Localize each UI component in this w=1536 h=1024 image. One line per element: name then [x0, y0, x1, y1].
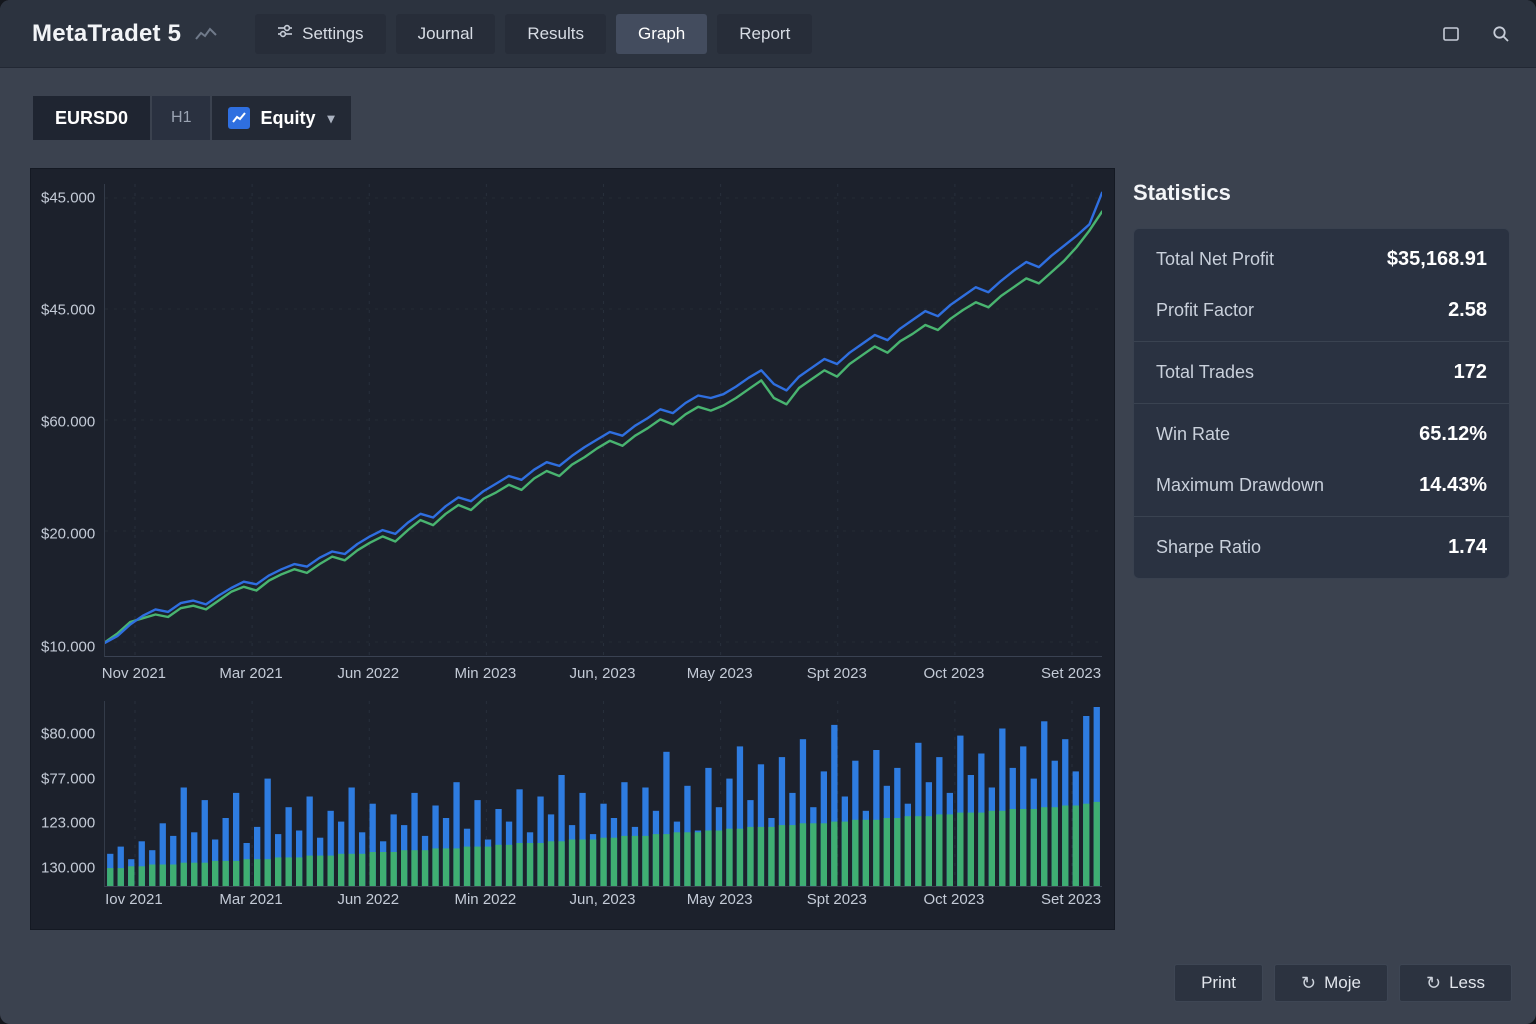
tab-journal[interactable]: Journal — [396, 14, 496, 54]
stats-group-profit: Total Net Profit $35,168.91 Profit Facto… — [1134, 229, 1509, 342]
tab-journal-label: Journal — [418, 24, 474, 44]
tab-results-label: Results — [527, 24, 584, 44]
tab-report[interactable]: Report — [717, 14, 812, 54]
application-window: MetaTradet 5 Settings Journal Results Gr… — [0, 0, 1536, 1024]
stat-win-rate: Win Rate 65.12% — [1134, 409, 1509, 460]
symbol-label: EURSD0 — [33, 96, 150, 140]
print-button-label: Print — [1201, 973, 1236, 993]
equity-selector[interactable]: Equity ▾ — [212, 96, 350, 140]
tab-graph[interactable]: Graph — [616, 14, 707, 54]
window-controls — [1442, 25, 1510, 43]
stat-sharpe-ratio: Sharpe Ratio 1.74 — [1134, 522, 1509, 573]
statistics-title: Statistics — [1133, 180, 1231, 206]
chevron-down-icon: ▾ — [328, 110, 335, 127]
footer-buttons: Print ↻ Moje ↻ Less — [1174, 964, 1512, 1002]
stat-maximum-drawdown: Maximum Drawdown 14.43% — [1134, 460, 1509, 511]
more-button-label: Moje — [1324, 973, 1361, 993]
equity-chart[interactable] — [104, 184, 1102, 657]
equity-y-axis-labels: $45.000$45.000$60.000$20.000$10.000 — [41, 184, 103, 656]
search-icon[interactable] — [1492, 25, 1510, 43]
tab-settings-label: Settings — [302, 24, 363, 44]
chart-panel: $45.000$45.000$60.000$20.000$10.000 Nov … — [30, 168, 1115, 930]
stat-profit-factor: Profit Factor 2.58 — [1134, 285, 1509, 336]
stat-total-net-profit: Total Net Profit $35,168.91 — [1134, 234, 1509, 285]
tab-report-label: Report — [739, 24, 790, 44]
main-tabs: Settings Journal Results Graph Report — [255, 14, 812, 54]
equity-chart-icon — [228, 107, 250, 129]
equity-x-axis-labels: Nov 2021Mar 2021Jun 2022Min 2023Jun, 202… — [104, 665, 1101, 687]
volume-chart[interactable] — [104, 701, 1102, 887]
trend-icon — [195, 26, 217, 42]
stats-group-sharpe: Sharpe Ratio 1.74 — [1134, 517, 1509, 578]
restore-window-icon[interactable] — [1442, 26, 1460, 42]
more-button[interactable]: ↻ Moje — [1274, 964, 1388, 1002]
stats-group-risk: Win Rate 65.12% Maximum Drawdown 14.43% — [1134, 404, 1509, 517]
app-title: MetaTradet 5 — [32, 20, 181, 48]
tab-settings[interactable]: Settings — [255, 14, 385, 54]
volume-y-axis-labels: $80.000$77.000123.000130.000 — [41, 701, 103, 886]
stat-total-trades: Total Trades 172 — [1134, 347, 1509, 398]
title-bar: MetaTradet 5 Settings Journal Results Gr… — [0, 0, 1536, 68]
less-button[interactable]: ↻ Less — [1399, 964, 1512, 1002]
sliders-icon — [277, 23, 293, 44]
tab-graph-label: Graph — [638, 24, 685, 44]
equity-selector-label: Equity — [260, 108, 315, 129]
refresh-icon: ↻ — [1426, 974, 1441, 992]
volume-x-axis-labels: Iov 2021Mar 2021Jun 2022Min 2022Jun, 202… — [104, 891, 1101, 913]
print-button[interactable]: Print — [1174, 964, 1263, 1002]
less-button-label: Less — [1449, 973, 1485, 993]
stats-group-trades: Total Trades 172 — [1134, 342, 1509, 404]
timeframe-button[interactable]: H1 — [152, 96, 210, 140]
tab-results[interactable]: Results — [505, 14, 606, 54]
refresh-icon: ↻ — [1301, 974, 1316, 992]
symbol-toolbar: EURSD0 H1 Equity ▾ — [33, 96, 351, 140]
statistics-panel: Total Net Profit $35,168.91 Profit Facto… — [1133, 228, 1510, 579]
